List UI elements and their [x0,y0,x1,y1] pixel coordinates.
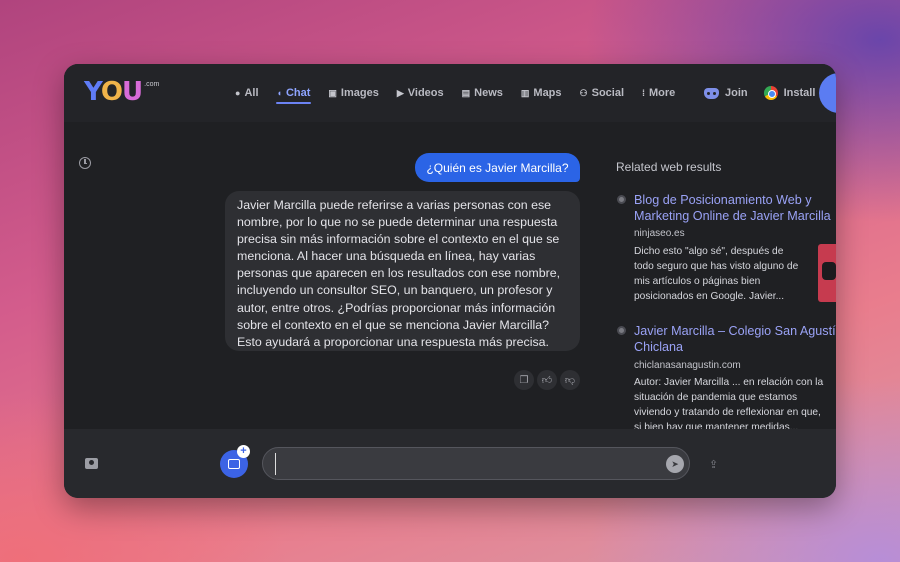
install-label: Install [783,87,816,99]
related-results-heading: Related web results [616,160,722,174]
result-thumbnail[interactable] [818,244,836,302]
user-avatar[interactable] [819,73,836,113]
chat-bubble-icon [228,459,240,469]
result-domain: ninjaseo.es [634,228,685,239]
app-window: YOU .com ● All ◖ Chat ▣ Images ▶ Videos … [64,64,836,498]
logo-wordmark: YOU [84,77,143,107]
tab-label: All [244,87,259,99]
install-chrome-link[interactable]: Install [763,86,816,100]
tab-label: Social [591,87,625,99]
result-title-link[interactable]: Javier Marcilla – Colegio San Agustín Ch… [634,323,836,355]
chat-input[interactable] [275,453,655,475]
tab-label: Maps [533,87,562,99]
related-result: Blog de Posicionamiento Web y Marketing … [616,192,836,312]
user-message: ¿Quién es Javier Marcilla? [415,153,580,182]
discord-icon [704,87,719,99]
thumbs-down-icon[interactable]: 👎︎ [560,370,580,390]
logo-letter-o: O [100,77,123,107]
map-icon: ▥ [520,87,530,98]
plus-icon: + [237,445,250,458]
new-chat-button[interactable]: + [220,445,250,478]
chat-input-wrapper [262,447,690,480]
tab-all[interactable]: ● All [226,64,268,122]
assistant-message: Javier Marcilla puede referirse a varias… [225,191,580,351]
tab-label: News [474,87,503,99]
header-actions: Join Install [704,64,815,122]
search-tabs: ● All ◖ Chat ▣ Images ▶ Videos ▤ News ▥ … [226,64,684,122]
play-icon: ▶ [396,87,404,98]
copy-icon[interactable]: ❐ [514,370,534,390]
chrome-icon [763,86,778,100]
favicon-icon [617,326,626,335]
send-icon[interactable]: ➤ [666,455,684,473]
result-title-line: Javier Marcilla – Colegio San Agustín [634,324,836,338]
you-logo[interactable]: YOU .com [84,78,159,106]
top-navigation: YOU .com ● All ◖ Chat ▣ Images ▶ Videos … [64,64,836,122]
search-icon: ● [235,87,241,98]
result-domain: chiclanasanagustin.com [634,360,741,371]
tab-label: Chat [285,87,311,99]
logo-suffix: .com [144,81,160,88]
tab-videos[interactable]: ▶ Videos [388,64,453,122]
news-icon: ▤ [461,87,471,98]
thumbs-up-icon[interactable]: 👍︎ [537,370,557,390]
tab-social[interactable]: ⚇ Social [571,64,633,122]
related-result: Javier Marcilla – Colegio San Agustín Ch… [616,323,836,433]
history-icon[interactable] [79,157,91,169]
tab-images[interactable]: ▣ Images [319,64,387,122]
images-icon: ▣ [328,87,337,98]
result-snippet: Dicho esto "algo sé", después de todo se… [634,246,799,302]
tab-more[interactable]: ⁞ More [633,64,684,122]
tab-label: More [649,87,676,99]
result-title-link[interactable]: Blog de Posicionamiento Web y Marketing … [634,192,836,224]
join-label: Join [725,87,748,99]
tab-chat[interactable]: ◖ Chat [268,64,320,122]
logo-letter-u: U [122,77,143,107]
grid-icon: ⁞ [642,87,646,98]
logo-letter-y: Y [84,77,102,107]
result-title-line: Blog de Posicionamiento Web y [634,193,812,207]
contact-card-icon[interactable] [85,458,98,469]
tab-news[interactable]: ▤ News [453,64,512,122]
tab-maps[interactable]: ▥ Maps [512,64,571,122]
people-icon: ⚇ [579,87,588,98]
result-snippet: Autor: Javier Marcilla ... en relación c… [634,377,824,429]
result-title-line: Chiclana [634,340,684,354]
result-title-line: Marketing Online de Javier Marcilla [634,209,831,223]
join-discord-link[interactable]: Join [704,87,748,99]
share-icon[interactable]: ⇪ [709,458,718,471]
tab-label: Videos [407,87,444,99]
favicon-icon [617,195,626,204]
message-actions: ❐ 👍︎ 👎︎ [514,370,580,390]
chat-icon: ◖ [276,87,282,98]
tab-label: Images [340,87,379,99]
